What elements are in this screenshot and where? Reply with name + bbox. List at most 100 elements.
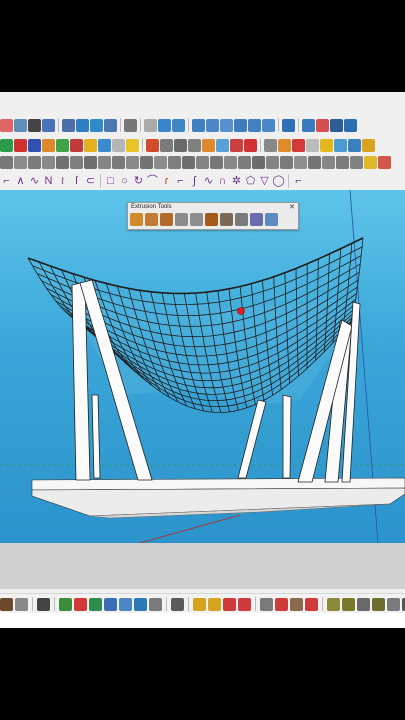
ellipse-draw-icon[interactable]: ◯ — [272, 175, 285, 188]
edges-by-vector-icon[interactable] — [220, 213, 233, 226]
scale-icon[interactable] — [292, 138, 305, 152]
square-draw-icon[interactable]: □ — [104, 175, 117, 188]
ban-icon[interactable] — [238, 597, 251, 611]
triangle-olive-icon[interactable] — [342, 597, 355, 611]
target-icon[interactable] — [357, 597, 370, 611]
loft-surface-icon[interactable] — [160, 213, 173, 226]
freehand-icon[interactable]: ∿ — [28, 175, 41, 188]
hook-icon[interactable]: ɾ — [160, 175, 173, 188]
frame-icon[interactable] — [126, 155, 139, 169]
sphere-icon[interactable] — [252, 155, 265, 169]
shell-icon[interactable] — [350, 155, 363, 169]
delete-coin-icon[interactable] — [208, 597, 221, 611]
zoom-icon[interactable] — [28, 118, 41, 132]
polygon-icon[interactable] — [188, 138, 201, 152]
right-view-icon[interactable] — [234, 118, 247, 132]
column-icon[interactable] — [84, 155, 97, 169]
wall-icon[interactable] — [70, 155, 83, 169]
gear-bottom-icon[interactable] — [372, 597, 385, 611]
open-file-icon[interactable] — [158, 118, 171, 132]
lightbulb-icon[interactable] — [364, 155, 377, 169]
joint-push-pull-icon[interactable] — [28, 138, 41, 152]
no-entry-icon[interactable] — [305, 597, 318, 611]
cube-icon[interactable] — [210, 155, 223, 169]
pie-icon[interactable] — [216, 138, 229, 152]
block-icon[interactable] — [223, 597, 236, 611]
outer-shell-icon[interactable] — [334, 138, 347, 152]
back-view-icon[interactable] — [248, 118, 261, 132]
angle-icon[interactable]: ⌐ — [174, 175, 187, 188]
stair-icon[interactable] — [14, 155, 27, 169]
offset-icon[interactable] — [230, 138, 243, 152]
shield-icon[interactable] — [171, 597, 184, 611]
rotate-icon[interactable] — [244, 138, 257, 152]
flip-along-icon[interactable] — [119, 597, 132, 611]
circle-draw-icon[interactable]: ○ — [118, 175, 131, 188]
circle-olive-icon[interactable] — [327, 597, 340, 611]
top-view-icon[interactable] — [206, 118, 219, 132]
gear-draw-icon[interactable]: ✲ — [230, 175, 243, 188]
eraser-icon[interactable] — [15, 597, 28, 611]
cone-icon[interactable] — [238, 155, 251, 169]
sandbox-icon[interactable] — [0, 118, 13, 132]
polygon-draw-icon[interactable]: ⊂ — [84, 175, 97, 188]
circle-icon[interactable] — [174, 138, 187, 152]
truss-icon[interactable] — [140, 155, 153, 169]
parabola-icon[interactable]: ∩ — [216, 175, 229, 188]
color-palette-icon[interactable] — [378, 155, 391, 169]
image-icon[interactable] — [387, 597, 400, 611]
new-file-icon[interactable] — [144, 118, 157, 132]
door-icon[interactable] — [42, 155, 55, 169]
pentagon-draw-icon[interactable]: ⬠ — [244, 175, 257, 188]
push-pull-icon[interactable] — [278, 138, 291, 152]
lathe-icon[interactable] — [235, 213, 248, 226]
dc-hammer-icon[interactable] — [0, 155, 13, 169]
extrude-face-icon[interactable] — [265, 213, 278, 226]
lattice-icon[interactable] — [196, 155, 209, 169]
arc-draw-icon[interactable]: ⌒ — [146, 175, 159, 188]
sine-icon[interactable]: ʃ — [188, 175, 201, 188]
window-icon[interactable] — [28, 155, 41, 169]
prism-icon[interactable] — [294, 155, 307, 169]
roof-icon[interactable] — [56, 155, 69, 169]
ruled-surface-icon[interactable] — [130, 213, 143, 226]
model-viewport[interactable] — [0, 190, 405, 543]
rectangle-icon[interactable] — [160, 138, 173, 152]
shape-bender-icon[interactable] — [84, 138, 97, 152]
front-view-icon[interactable] — [220, 118, 233, 132]
spiral-icon[interactable]: ↻ — [132, 175, 145, 188]
cylinder-icon[interactable] — [224, 155, 237, 169]
text-tool-icon[interactable]: ⌐ — [292, 175, 305, 188]
vertex-tools-icon[interactable] — [112, 138, 125, 152]
tools-on-surface-icon[interactable] — [70, 138, 83, 152]
extrude-edges-icon[interactable] — [205, 213, 218, 226]
soap-bubble-icon[interactable] — [126, 138, 139, 152]
pencil-icon[interactable] — [146, 138, 159, 152]
pan-icon[interactable] — [104, 118, 117, 132]
polyline-icon[interactable]: N — [42, 175, 55, 188]
radial-array-icon[interactable] — [104, 597, 117, 611]
split-icon[interactable] — [362, 138, 375, 152]
curviloft-icon[interactable] — [42, 138, 55, 152]
railing-icon[interactable] — [112, 155, 125, 169]
flip-icon[interactable] — [306, 138, 319, 152]
extrusion-tools-window[interactable]: Extrusion Tools ✕ — [127, 202, 299, 230]
array-icon[interactable] — [59, 597, 72, 611]
orbit-icon[interactable] — [42, 118, 55, 132]
component-icon[interactable] — [282, 118, 295, 132]
follow-me-icon[interactable] — [264, 138, 277, 152]
tape-measure-icon[interactable] — [14, 118, 27, 132]
move-icon[interactable] — [74, 597, 87, 611]
stop-icon[interactable] — [275, 597, 288, 611]
beam-icon[interactable] — [98, 155, 111, 169]
tube-surface-icon[interactable] — [190, 213, 203, 226]
flowify-icon[interactable] — [98, 138, 111, 152]
camera-icon[interactable] — [172, 118, 185, 132]
follow-rail-icon[interactable] — [250, 213, 263, 226]
torus-icon[interactable] — [266, 155, 279, 169]
section-plane-icon[interactable] — [90, 118, 103, 132]
fredo-scale-icon[interactable] — [0, 138, 13, 152]
extension-icon[interactable] — [316, 118, 329, 132]
mullion-icon[interactable] — [182, 155, 195, 169]
helix-icon[interactable] — [308, 155, 321, 169]
